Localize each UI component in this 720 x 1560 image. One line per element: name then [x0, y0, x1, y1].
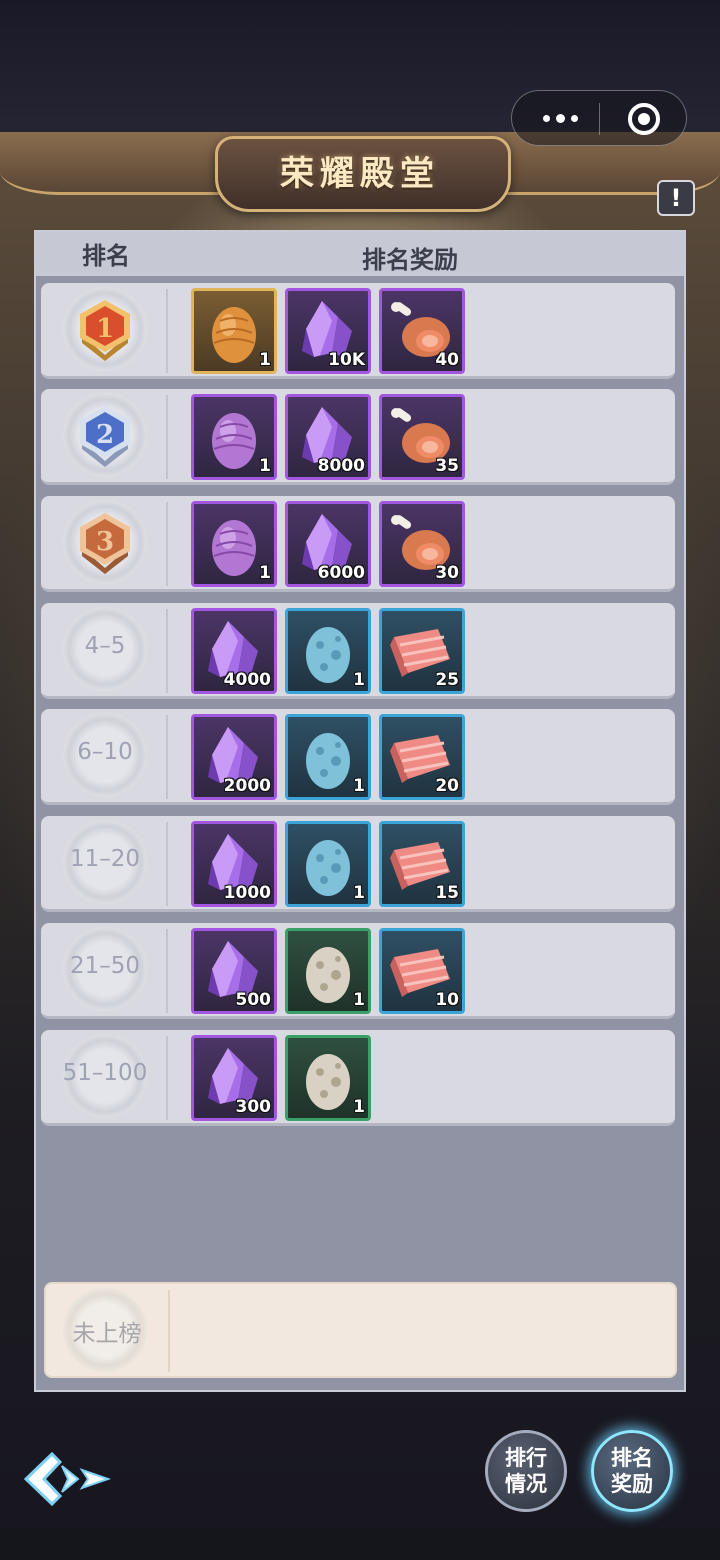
mini-program-capsule	[511, 90, 687, 146]
reward-row: 21–50 500 1 10	[41, 923, 675, 1019]
item-count: 1	[353, 990, 365, 1010]
self-rank-row: 未上榜	[44, 1282, 677, 1378]
reward-item[interactable]: 1	[285, 928, 371, 1014]
back-arrow-icon[interactable]	[22, 1448, 112, 1510]
svg-text:1: 1	[96, 314, 114, 344]
page-title: 荣耀殿堂	[280, 154, 440, 194]
item-count: 6000	[317, 563, 365, 583]
reward-item[interactable]: 10	[379, 928, 465, 1014]
reward-item[interactable]: 500	[191, 928, 277, 1014]
row-divider	[166, 289, 168, 373]
item-count: 25	[435, 670, 459, 690]
item-count: 4000	[223, 670, 271, 690]
gold-medal-icon: 1	[74, 297, 136, 363]
header-rank: 排名	[82, 242, 130, 270]
rank-range-label: 6–10	[77, 739, 133, 765]
exclamation-icon[interactable]: !	[657, 180, 695, 216]
reward-row: 1 1 10K 40	[41, 283, 675, 379]
reward-item[interactable]: 1	[285, 608, 371, 694]
ranking-status-label-2: 情况	[505, 1472, 547, 1496]
svg-text:2: 2	[96, 420, 114, 450]
ranking-status-button[interactable]: 排行 情况	[485, 1430, 567, 1512]
reward-item[interactable]: 6000	[285, 501, 371, 587]
reward-item[interactable]: 40	[379, 288, 465, 374]
item-count: 300	[235, 1097, 272, 1117]
row-divider	[166, 715, 168, 799]
reward-item[interactable]: 2000	[191, 714, 277, 800]
item-count: 1	[259, 456, 271, 476]
reward-item[interactable]: 4000	[191, 608, 277, 694]
reward-row: 2 1 8000 35	[41, 389, 675, 485]
row-divider	[166, 395, 168, 479]
item-count: 10K	[328, 350, 365, 370]
item-count: 2000	[223, 776, 271, 796]
reward-item[interactable]: 30	[379, 501, 465, 587]
item-count: 1000	[223, 883, 271, 903]
more-dots-icon[interactable]	[534, 105, 586, 131]
item-count: 30	[435, 563, 459, 583]
capsule-separator	[599, 103, 600, 135]
item-count: 1	[259, 350, 271, 370]
reward-item[interactable]: 20	[379, 714, 465, 800]
rank-range-label: 11–20	[69, 846, 141, 872]
reward-row: 51–100 300 1	[41, 1030, 675, 1126]
reward-item[interactable]: 1	[191, 501, 277, 587]
item-count: 1	[353, 670, 365, 690]
item-count: 1	[259, 563, 271, 583]
bottom-bar	[0, 1528, 720, 1560]
row-divider	[166, 1036, 168, 1120]
rank-range-label: 4–5	[84, 633, 126, 659]
reward-item[interactable]: 8000	[285, 394, 371, 480]
bronze-medal-icon: 3	[74, 510, 136, 576]
reward-item[interactable]: 1	[191, 288, 277, 374]
item-count: 15	[435, 883, 459, 903]
ranking-reward-label-1: 排名	[611, 1446, 653, 1470]
row-divider	[166, 609, 168, 693]
self-rank-label: 未上榜	[72, 1321, 142, 1347]
item-count: 20	[435, 776, 459, 796]
reward-row: 4–5 4000 1 25	[41, 603, 675, 699]
rank-range-label: 21–50	[69, 953, 141, 979]
reward-item[interactable]: 1	[285, 1035, 371, 1121]
reward-item[interactable]: 1000	[191, 821, 277, 907]
item-count: 1	[353, 1097, 365, 1117]
header-reward: 排名奖励	[362, 246, 458, 274]
reward-row: 11–20 1000 1 15	[41, 816, 675, 912]
reward-item[interactable]: 300	[191, 1035, 277, 1121]
item-count: 500	[235, 990, 272, 1010]
svg-text:3: 3	[96, 527, 114, 557]
item-count: 10	[435, 990, 459, 1010]
reward-item[interactable]: 1	[191, 394, 277, 480]
ranking-reward-button[interactable]: 排名 奖励	[591, 1430, 673, 1512]
item-count: 40	[435, 350, 459, 370]
ranking-status-label-1: 排行	[505, 1446, 547, 1470]
ranking-reward-label-2: 奖励	[611, 1472, 653, 1496]
item-count: 35	[435, 456, 459, 476]
reward-item[interactable]: 35	[379, 394, 465, 480]
row-divider	[168, 1290, 170, 1372]
rank-range-label: 51–100	[62, 1060, 148, 1086]
reward-item[interactable]: 15	[379, 821, 465, 907]
reward-row: 6–10 2000 1 20	[41, 709, 675, 805]
item-count: 1	[353, 776, 365, 796]
item-count: 8000	[317, 456, 365, 476]
row-divider	[166, 502, 168, 586]
reward-item[interactable]: 1	[285, 821, 371, 907]
reward-item[interactable]: 10K	[285, 288, 371, 374]
row-divider	[166, 929, 168, 1013]
silver-medal-icon: 2	[74, 403, 136, 469]
reward-item[interactable]: 1	[285, 714, 371, 800]
item-count: 1	[353, 883, 365, 903]
row-divider	[166, 822, 168, 906]
target-circle-icon[interactable]	[628, 103, 660, 135]
reward-row: 3 1 6000 30	[41, 496, 675, 592]
reward-item[interactable]: 25	[379, 608, 465, 694]
